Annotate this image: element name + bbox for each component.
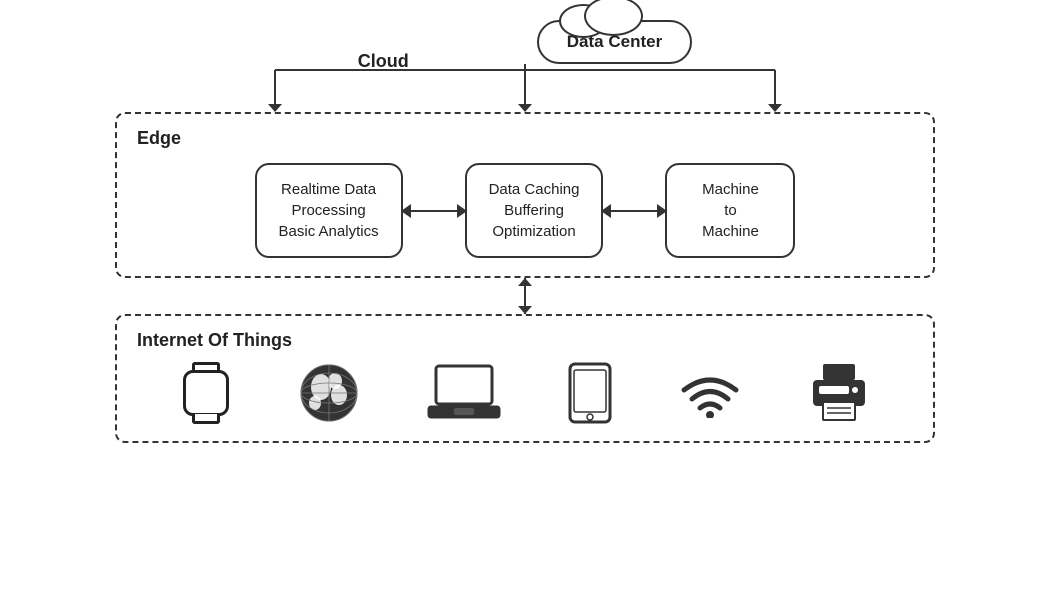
cloud-layer: Cloud Data Center: [358, 20, 692, 64]
node-realtime: Realtime Data Processing Basic Analytics: [255, 163, 403, 258]
v-arrow-svg: [514, 278, 536, 314]
node-realtime-line3: Basic Analytics: [279, 223, 379, 240]
edge-label: Edge: [137, 128, 913, 149]
arrow-caching-m2m: [603, 210, 665, 212]
printer-svg: [807, 362, 871, 424]
printer-icon: [807, 362, 871, 424]
node-realtime-line1: Realtime Data: [281, 181, 376, 198]
cloud-box: Data Center: [537, 20, 692, 64]
watch-body: [183, 370, 229, 416]
watch-band-bottom: [192, 414, 220, 424]
edge-section: Edge Realtime Data Processing Basic Anal…: [115, 112, 935, 278]
node-m2m-line3: Machine: [702, 223, 759, 240]
iot-icons: [137, 361, 913, 425]
watch-shape: [180, 362, 232, 424]
node-m2m-line1: Machine: [702, 181, 759, 198]
node-caching-line3: Optimization: [492, 223, 575, 240]
node-realtime-line2: Processing: [291, 202, 365, 219]
wifi-svg: [678, 368, 742, 418]
top-connectors: [115, 64, 935, 112]
globe-icon: [297, 361, 361, 425]
tablet-icon: [567, 362, 613, 424]
v-connector-edge-iot: [514, 278, 536, 314]
edge-nodes: Realtime Data Processing Basic Analytics…: [137, 163, 913, 258]
node-caching: Data Caching Buffering Optimization: [465, 163, 604, 258]
arrow-realtime-caching: [403, 210, 465, 212]
h-arrow-line-2: [609, 210, 659, 212]
laptop-svg: [426, 364, 502, 422]
h-arrow-line-1: [409, 210, 459, 212]
iot-label: Internet Of Things: [137, 330, 913, 351]
cloud-box-label: Data Center: [567, 32, 662, 51]
node-m2m-line2: to: [724, 202, 737, 219]
laptop-icon: [426, 364, 502, 422]
connector-svg: [115, 64, 935, 112]
tablet-svg: [567, 362, 613, 424]
smartwatch-icon: [180, 362, 232, 424]
node-caching-line1: Data Caching: [489, 181, 580, 198]
node-m2m: Machine to Machine: [665, 163, 795, 258]
wifi-icon: [678, 368, 742, 418]
diagram: Cloud Data Center Edge: [75, 10, 975, 590]
globe-svg: [297, 361, 361, 425]
iot-section: Internet Of Things: [115, 314, 935, 443]
node-caching-line2: Buffering: [504, 202, 564, 219]
